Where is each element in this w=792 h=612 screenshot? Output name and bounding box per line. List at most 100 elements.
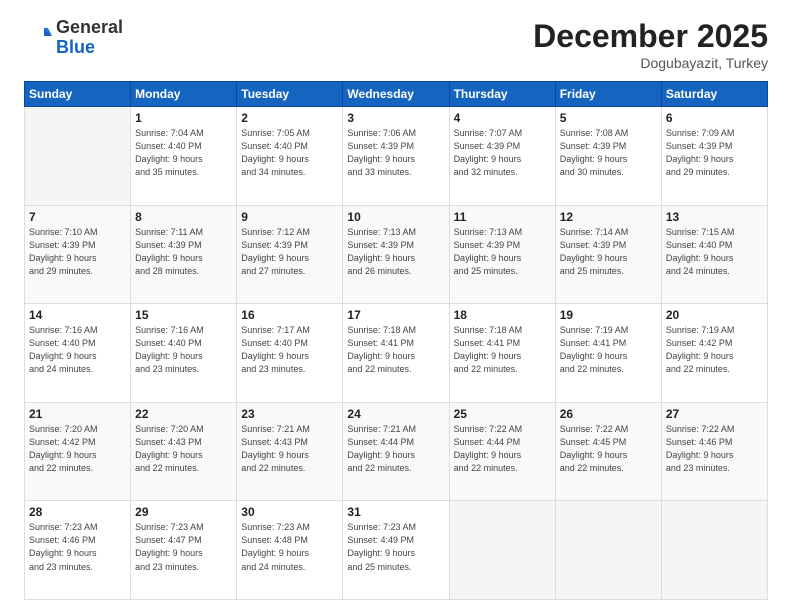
day-cell: 7 Sunrise: 7:10 AM Sunset: 4:39 PM Daylig…	[25, 205, 131, 304]
day-info: Sunrise: 7:22 AM Sunset: 4:44 PM Dayligh…	[454, 423, 551, 475]
day-info: Sunrise: 7:22 AM Sunset: 4:46 PM Dayligh…	[666, 423, 763, 475]
day-number: 7	[29, 210, 126, 224]
day-number: 12	[560, 210, 657, 224]
header: General Blue December 2025 Dogubayazit, …	[24, 18, 768, 71]
header-row: SundayMondayTuesdayWednesdayThursdayFrid…	[25, 82, 768, 107]
header-cell-wednesday: Wednesday	[343, 82, 449, 107]
day-cell: 18 Sunrise: 7:18 AM Sunset: 4:41 PM Dayli…	[449, 304, 555, 403]
day-info: Sunrise: 7:23 AM Sunset: 4:49 PM Dayligh…	[347, 521, 444, 573]
week-row-0: 1 Sunrise: 7:04 AM Sunset: 4:40 PM Daylig…	[25, 107, 768, 206]
day-info: Sunrise: 7:09 AM Sunset: 4:39 PM Dayligh…	[666, 127, 763, 179]
day-info: Sunrise: 7:17 AM Sunset: 4:40 PM Dayligh…	[241, 324, 338, 376]
day-cell: 20 Sunrise: 7:19 AM Sunset: 4:42 PM Dayli…	[661, 304, 767, 403]
day-number: 1	[135, 111, 232, 125]
day-info: Sunrise: 7:20 AM Sunset: 4:42 PM Dayligh…	[29, 423, 126, 475]
day-cell: 29 Sunrise: 7:23 AM Sunset: 4:47 PM Dayli…	[131, 501, 237, 600]
day-cell: 22 Sunrise: 7:20 AM Sunset: 4:43 PM Dayli…	[131, 402, 237, 501]
page: General Blue December 2025 Dogubayazit, …	[0, 0, 792, 612]
day-info: Sunrise: 7:04 AM Sunset: 4:40 PM Dayligh…	[135, 127, 232, 179]
day-info: Sunrise: 7:13 AM Sunset: 4:39 PM Dayligh…	[347, 226, 444, 278]
day-cell: 14Sunrise: 7:16 AM Sunset: 4:40 PM Dayli…	[25, 304, 131, 403]
logo-icon	[24, 24, 52, 52]
day-number: 23	[241, 407, 338, 421]
day-info: Sunrise: 7:21 AM Sunset: 4:43 PM Dayligh…	[241, 423, 338, 475]
header-cell-tuesday: Tuesday	[237, 82, 343, 107]
day-cell: 26 Sunrise: 7:22 AM Sunset: 4:45 PM Dayli…	[555, 402, 661, 501]
location: Dogubayazit, Turkey	[533, 55, 768, 71]
week-row-4: 28 Sunrise: 7:23 AM Sunset: 4:46 PM Dayli…	[25, 501, 768, 600]
week-row-2: 14 Sunrise: 7:16 AM Sunset: 4:40 PM Dayli…	[25, 304, 768, 403]
day-number: 8	[135, 210, 232, 224]
day-number: 29	[135, 505, 232, 519]
day-number: 31	[347, 505, 444, 519]
day-number: 21	[29, 407, 126, 421]
logo-general: General	[56, 18, 123, 38]
day-number: 5	[560, 111, 657, 125]
header-cell-saturday: Saturday	[661, 82, 767, 107]
day-number: 25	[454, 407, 551, 421]
day-cell: 24Sunrise: 7:21 AM Sunset: 4:44 PM Dayli…	[343, 402, 449, 501]
day-number: 2	[241, 111, 338, 125]
day-info: Sunrise: 7:12 AM Sunset: 4:39 PM Dayligh…	[241, 226, 338, 278]
day-info: Sunrise: 7:18 AM Sunset: 4:41 PM Dayligh…	[454, 324, 551, 376]
day-number: 15	[135, 308, 232, 322]
day-info: Sunrise: 7:23 AM Sunset: 4:46 PM Dayligh…	[29, 521, 126, 573]
day-info: Sunrise: 7:19 AM Sunset: 4:42 PM Dayligh…	[666, 324, 763, 376]
day-cell	[555, 501, 661, 600]
day-info: Sunrise: 7:06 AM Sunset: 4:39 PM Dayligh…	[347, 127, 444, 179]
day-number: 30	[241, 505, 338, 519]
day-cell: 11Sunrise: 7:13 AM Sunset: 4:39 PM Dayli…	[449, 205, 555, 304]
day-cell: 30 Sunrise: 7:23 AM Sunset: 4:48 PM Dayli…	[237, 501, 343, 600]
day-cell: 28 Sunrise: 7:23 AM Sunset: 4:46 PM Dayli…	[25, 501, 131, 600]
day-cell	[661, 501, 767, 600]
day-number: 20	[666, 308, 763, 322]
day-cell: 21 Sunrise: 7:20 AM Sunset: 4:42 PM Dayli…	[25, 402, 131, 501]
week-row-1: 7 Sunrise: 7:10 AM Sunset: 4:39 PM Daylig…	[25, 205, 768, 304]
day-number: 18	[454, 308, 551, 322]
day-info: Sunrise: 7:22 AM Sunset: 4:45 PM Dayligh…	[560, 423, 657, 475]
day-info: Sunrise: 7:16 AM Sunset: 4:40 PM Dayligh…	[135, 324, 232, 376]
day-cell: 17 Sunrise: 7:18 AM Sunset: 4:41 PM Dayli…	[343, 304, 449, 403]
day-cell	[449, 501, 555, 600]
day-number: 28	[29, 505, 126, 519]
day-number: 13	[666, 210, 763, 224]
day-cell: 15 Sunrise: 7:16 AM Sunset: 4:40 PM Dayli…	[131, 304, 237, 403]
day-info: Sunrise: 7:10 AM Sunset: 4:39 PM Dayligh…	[29, 226, 126, 278]
logo-text: General Blue	[56, 18, 123, 58]
day-cell: 25 Sunrise: 7:22 AM Sunset: 4:44 PM Dayli…	[449, 402, 555, 501]
day-cell: 27 Sunrise: 7:22 AM Sunset: 4:46 PM Dayli…	[661, 402, 767, 501]
day-cell: 9 Sunrise: 7:12 AM Sunset: 4:39 PM Daylig…	[237, 205, 343, 304]
header-cell-sunday: Sunday	[25, 82, 131, 107]
day-info: Sunrise: 7:23 AM Sunset: 4:47 PM Dayligh…	[135, 521, 232, 573]
day-number: 11	[454, 210, 551, 224]
day-number: 10	[347, 210, 444, 224]
day-cell: 3 Sunrise: 7:06 AM Sunset: 4:39 PM Daylig…	[343, 107, 449, 206]
day-number: 6	[666, 111, 763, 125]
day-number: 9	[241, 210, 338, 224]
day-cell: 31 Sunrise: 7:23 AM Sunset: 4:49 PM Dayli…	[343, 501, 449, 600]
day-cell: 23 Sunrise: 7:21 AM Sunset: 4:43 PM Dayli…	[237, 402, 343, 501]
day-info: Sunrise: 7:14 AM Sunset: 4:39 PM Dayligh…	[560, 226, 657, 278]
day-info: Sunrise: 7:18 AM Sunset: 4:41 PM Dayligh…	[347, 324, 444, 376]
day-info: Sunrise: 7:20 AM Sunset: 4:43 PM Dayligh…	[135, 423, 232, 475]
day-number: 14	[29, 308, 126, 322]
day-info: Sunrise: 7:15 AM Sunset: 4:40 PM Dayligh…	[666, 226, 763, 278]
day-info: Sunrise: 7:23 AM Sunset: 4:48 PM Dayligh…	[241, 521, 338, 573]
day-info: Sunrise: 7:05 AM Sunset: 4:40 PM Dayligh…	[241, 127, 338, 179]
day-info: Sunrise: 7:08 AM Sunset: 4:39 PM Dayligh…	[560, 127, 657, 179]
header-cell-monday: Monday	[131, 82, 237, 107]
day-number: 3	[347, 111, 444, 125]
header-cell-thursday: Thursday	[449, 82, 555, 107]
day-cell: 2 Sunrise: 7:05 AM Sunset: 4:40 PM Daylig…	[237, 107, 343, 206]
day-number: 16	[241, 308, 338, 322]
calendar-header: SundayMondayTuesdayWednesdayThursdayFrid…	[25, 82, 768, 107]
day-info: Sunrise: 7:07 AM Sunset: 4:39 PM Dayligh…	[454, 127, 551, 179]
day-number: 19	[560, 308, 657, 322]
day-cell: 10 Sunrise: 7:13 AM Sunset: 4:39 PM Dayli…	[343, 205, 449, 304]
day-number: 24	[347, 407, 444, 421]
day-number: 27	[666, 407, 763, 421]
day-number: 17	[347, 308, 444, 322]
day-number: 22	[135, 407, 232, 421]
day-number: 26	[560, 407, 657, 421]
day-info: Sunrise: 7:11 AM Sunset: 4:39 PM Dayligh…	[135, 226, 232, 278]
